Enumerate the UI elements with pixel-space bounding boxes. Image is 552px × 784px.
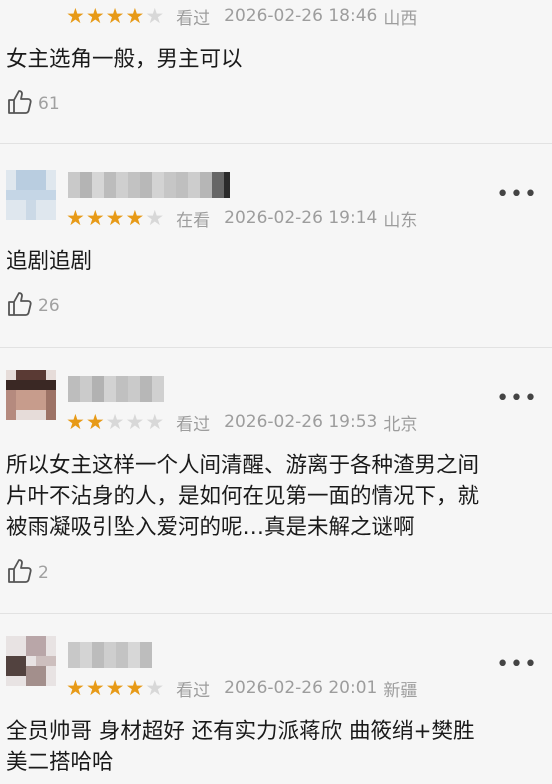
star-icon: ★ — [105, 675, 125, 700]
review-meta: ★ ★ ★ ★ ★ 看过 2026-02-26 20:01 新疆 — [66, 675, 417, 701]
rating-stars: ★ ★ ★ ★ ★ — [66, 3, 165, 28]
username-blurred[interactable] — [68, 642, 152, 668]
review-time: 2026-02-26 19:14 — [224, 208, 378, 228]
more-dots-icon[interactable]: ••• — [496, 388, 538, 410]
review-location: 山西 — [383, 8, 418, 29]
review-location: 山东 — [383, 210, 418, 231]
star-icon: ★ — [85, 205, 105, 230]
rating-stars: ★ ★ ★ ★ ★ — [66, 205, 165, 230]
star-icon: ★ — [85, 675, 105, 700]
review-feed: ★ ★ ★ ★ ★ 看过 2026-02-26 18:46 山西 女主选角一般，男主可以… — [0, 0, 552, 784]
review-content-line: 追剧追剧 — [6, 249, 93, 274]
more-dots-icon[interactable]: ••• — [496, 184, 538, 206]
rating-stars: ★ ★ ★ ★ ★ — [66, 675, 165, 700]
star-icon: ★ — [145, 3, 165, 28]
star-icon: ★ — [125, 205, 145, 230]
review-content-line: 片叶不沾身的人，是如何在见第一面的情况下，就 — [6, 484, 480, 509]
like-button[interactable]: 61 — [6, 89, 60, 119]
like-count: 2 — [38, 563, 49, 583]
avatar[interactable] — [6, 0, 56, 20]
star-icon: ★ — [85, 409, 105, 434]
thumbs-up-icon — [6, 557, 34, 589]
star-icon: ★ — [145, 205, 165, 230]
like-button[interactable]: 26 — [6, 291, 60, 321]
watch-status: 看过 — [176, 680, 211, 701]
like-count: 61 — [38, 94, 60, 114]
avatar[interactable] — [6, 370, 56, 420]
star-icon: ★ — [105, 205, 125, 230]
watch-status: 在看 — [176, 210, 211, 231]
thumbs-up-icon — [6, 88, 34, 120]
star-icon: ★ — [145, 675, 165, 700]
more-dots-icon[interactable]: ••• — [496, 654, 538, 676]
review-item: ••• ★ ★ ★ ★ ★ 看过 2026-02-26 19:53 北京 所以女主这样一… — [0, 348, 552, 613]
avatar[interactable] — [6, 170, 56, 220]
star-icon: ★ — [105, 3, 125, 28]
review-time: 2026-02-26 18:46 — [224, 6, 378, 26]
review-time: 2026-02-26 20:01 — [224, 678, 378, 698]
review-item: ••• ★ ★ ★ ★ ★ 在看 2026-02-26 19:14 山东 追剧追剧 26 — [0, 144, 552, 347]
review-item: ★ ★ ★ ★ ★ 看过 2026-02-26 18:46 山西 女主选角一般，男主可以… — [0, 0, 552, 143]
star-icon: ★ — [145, 409, 165, 434]
username-blurred[interactable] — [68, 172, 230, 198]
star-icon: ★ — [66, 409, 85, 434]
review-content-line: 全员帅哥 身材超好 还有实力派蒋欣 曲筱绡+樊胜 — [6, 719, 475, 744]
review-meta: ★ ★ ★ ★ ★ 看过 2026-02-26 18:46 山西 — [66, 3, 417, 29]
star-icon: ★ — [66, 675, 85, 700]
review-content: 全员帅哥 身材超好 还有实力派蒋欣 曲筱绡+樊胜 美二搭哈哈 — [6, 716, 544, 778]
review-location: 北京 — [383, 414, 418, 435]
thumbs-up-icon — [6, 290, 34, 322]
review-location: 新疆 — [383, 680, 418, 701]
star-icon: ★ — [125, 3, 145, 28]
star-icon: ★ — [85, 3, 105, 28]
watch-status: 看过 — [176, 8, 211, 29]
review-content-line: 被雨凝吸引坠入爱河的呢…真是未解之谜啊 — [6, 515, 415, 540]
star-icon: ★ — [66, 3, 85, 28]
star-icon: ★ — [105, 409, 125, 434]
review-time: 2026-02-26 19:53 — [224, 412, 378, 432]
review-content-line: 女主选角一般，男主可以 — [6, 47, 243, 72]
review-content: 所以女主这样一个人间清醒、游离于各种渣男之间 片叶不沾身的人，是如何在见第一面的… — [6, 450, 544, 543]
watch-status: 看过 — [176, 414, 211, 435]
review-content-line: 所以女主这样一个人间清醒、游离于各种渣男之间 — [6, 453, 480, 478]
like-count: 26 — [38, 296, 60, 316]
like-button[interactable]: 2 — [6, 558, 49, 588]
avatar[interactable] — [6, 636, 56, 686]
review-content: 女主选角一般，男主可以 — [6, 44, 544, 75]
review-meta: ★ ★ ★ ★ ★ 看过 2026-02-26 19:53 北京 — [66, 409, 417, 435]
review-content: 追剧追剧 — [6, 246, 544, 277]
star-icon: ★ — [125, 409, 145, 434]
rating-stars: ★ ★ ★ ★ ★ — [66, 409, 165, 434]
review-meta: ★ ★ ★ ★ ★ 在看 2026-02-26 19:14 山东 — [66, 205, 417, 231]
username-blurred[interactable] — [68, 376, 164, 402]
review-content-line: 美二搭哈哈 — [6, 750, 114, 775]
star-icon: ★ — [66, 205, 85, 230]
star-icon: ★ — [125, 675, 145, 700]
review-item: ••• ★ ★ ★ ★ ★ 看过 2026-02-26 20:01 新疆 全员帅哥 身材… — [0, 614, 552, 784]
